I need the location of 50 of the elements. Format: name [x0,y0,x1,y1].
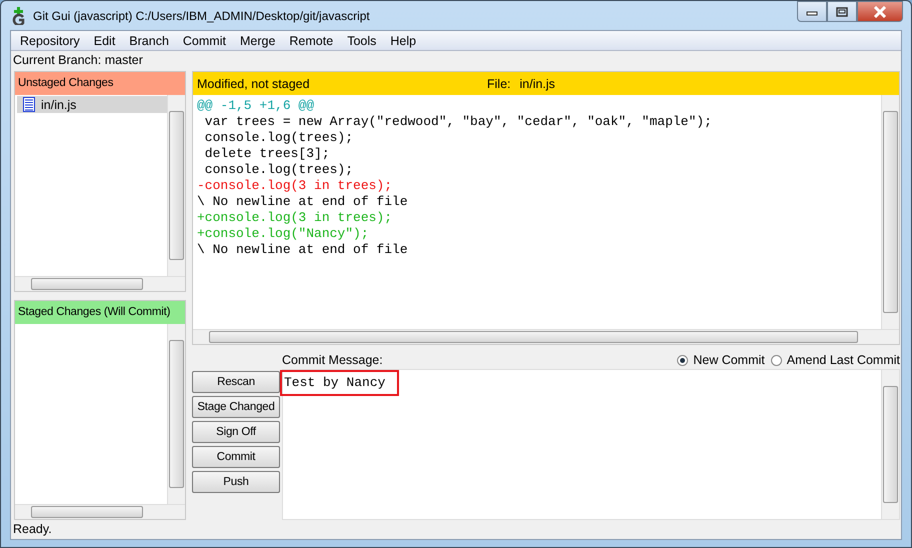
pane-header: Staged Changes (Will Commit) [15,300,185,324]
diff-line: +console.log(3 in trees); [197,210,394,226]
radio-option[interactable]: Amend Last Commit [770,353,900,367]
menu-item[interactable]: Merge [232,34,282,48]
maximize-button[interactable] [827,1,857,22]
diff-line: \ No newline at end of file [197,194,409,210]
close-button[interactable] [857,1,903,22]
close-icon [873,6,887,18]
diff-status: Modified, not staged [197,76,311,90]
action-button[interactable]: Stage Changed [192,396,280,418]
vertical-scrollbar[interactable] [881,95,899,329]
menu-item[interactable]: Help [383,34,424,48]
minimize-button[interactable] [797,1,827,22]
diff-line: +console.log("Nancy"); [197,226,370,242]
vertical-scrollbar[interactable] [167,95,185,276]
horizontal-scrollbar[interactable] [15,276,185,290]
file-item[interactable]: in/in.js [17,96,167,113]
diff-line: console.log(trees); [204,162,354,178]
diff-line: -console.log(3 in trees); [197,178,394,194]
file-name: in/in.js [520,76,556,90]
horizontal-scrollbar[interactable] [15,504,185,519]
menu-item[interactable]: Tools [340,34,384,48]
menu-item[interactable]: Repository [13,34,87,48]
action-button[interactable]: Commit [192,446,280,468]
diff-line: console.log(trees); [204,130,354,146]
horizontal-scrollbar[interactable] [193,329,899,344]
action-button[interactable]: Sign Off [192,421,280,443]
action-button[interactable]: Rescan [192,371,280,393]
radio-option[interactable]: New Commit [677,353,765,367]
current-branch: Current Branch: master [12,52,144,69]
menu-item[interactable]: Commit [176,34,233,48]
pane-header: Unstaged Changes [15,72,185,95]
status-text: Ready. [12,521,53,538]
vertical-scrollbar[interactable] [167,324,185,504]
diff-line: \ No newline at end of file [197,242,409,258]
commit-message-text: Test by Nancy [280,370,400,396]
maximize-icon [836,6,848,16]
app-icon [11,6,27,24]
vertical-scrollbar[interactable] [881,370,899,519]
menu-item[interactable]: Remote [282,34,340,48]
action-button[interactable]: Push [192,471,280,493]
diff-line: delete trees[3]; [204,146,331,162]
document-icon [23,97,35,112]
file-label: File: [487,76,511,90]
diff-line: var trees = new Array("redwood", "bay", "cedar", "oak", "maple"); [204,114,713,130]
menu-item[interactable]: Branch [122,34,176,48]
diff-line: @@ -1,5 +1,6 @@ [197,98,316,114]
window-title: Git Gui (javascript) C:/Users/IBM_ADMIN/Desktop/git/javascript [33,8,371,22]
commit-message-label: Commit Message: [282,353,384,367]
menu-item[interactable]: Edit [86,34,122,48]
